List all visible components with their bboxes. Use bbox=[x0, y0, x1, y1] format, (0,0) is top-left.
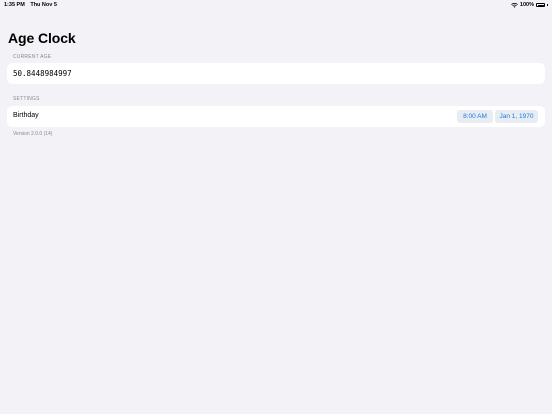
battery-percent: 100% bbox=[519, 2, 534, 8]
status-left: 1:35 PM Thu Nov 5 bbox=[4, 2, 61, 8]
battery-icon bbox=[536, 3, 545, 7]
current-age-value: 50.8448984997 bbox=[13, 69, 72, 78]
current-age-card: 50.8448984997 bbox=[7, 63, 545, 84]
status-date: Thu Nov 5 bbox=[30, 2, 57, 8]
battery-cap bbox=[547, 4, 548, 6]
settings-header: SETTINGS bbox=[13, 96, 40, 102]
current-age-header: CURRENT AGE bbox=[13, 54, 52, 60]
wifi-icon bbox=[511, 2, 518, 8]
page-title: Age Clock bbox=[8, 30, 76, 46]
version-label: Version 2.0.0 (14) bbox=[13, 131, 53, 137]
battery-fill bbox=[537, 4, 544, 6]
status-right: 100% bbox=[511, 2, 548, 8]
status-time: 1:35 PM bbox=[4, 2, 25, 8]
birthday-date-button[interactable]: Jan 1, 1970 bbox=[495, 110, 538, 123]
birthday-label: Birthday bbox=[13, 112, 39, 119]
birthday-time-button[interactable]: 8:00 AM bbox=[457, 110, 493, 123]
settings-card: Birthday 8:00 AM Jan 1, 1970 bbox=[7, 106, 545, 127]
status-bar: 1:35 PM Thu Nov 5 100% bbox=[0, 0, 552, 10]
